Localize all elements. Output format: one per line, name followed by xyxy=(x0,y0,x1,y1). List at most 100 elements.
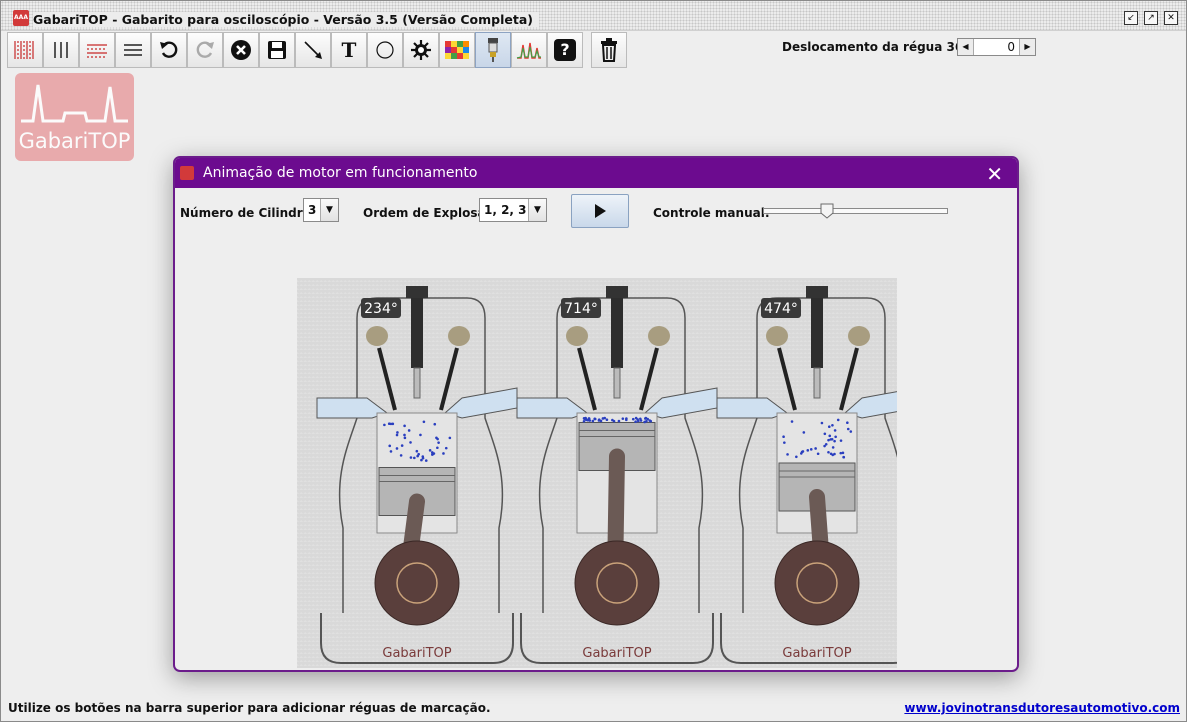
redo-button[interactable] xyxy=(187,32,223,68)
cancel-button[interactable] xyxy=(223,32,259,68)
fuel-particle xyxy=(436,446,439,450)
fuel-particle xyxy=(800,450,804,454)
fuel-particle xyxy=(409,441,412,444)
fuel-particle xyxy=(419,433,422,437)
ignition-coil xyxy=(811,298,823,368)
circle-icon xyxy=(376,41,394,59)
intake-valve xyxy=(577,347,597,411)
help-button[interactable]: ? xyxy=(547,32,583,68)
play-button[interactable] xyxy=(571,194,629,228)
brand-label: GabariTOP xyxy=(382,646,451,661)
cylinders-select[interactable]: 3 ▼ xyxy=(303,198,339,222)
dialog-close-icon[interactable]: ✕ xyxy=(986,162,1003,186)
fuel-particle xyxy=(839,439,843,442)
fuel-particle xyxy=(448,436,452,440)
waveform-button[interactable] xyxy=(511,32,547,68)
fuel-particle xyxy=(413,456,416,460)
fuel-particle xyxy=(422,420,426,424)
vertical-rulers-red-icon xyxy=(14,41,34,59)
fuel-particle xyxy=(388,444,392,448)
ruler-offset-value[interactable]: 0 xyxy=(974,39,1019,55)
ruler-offset-label: Deslocamento da régua 360°: xyxy=(782,40,983,54)
fuel-particle xyxy=(588,419,592,422)
chevron-down-icon[interactable]: ▼ xyxy=(320,199,338,221)
brand-label: GabariTOP xyxy=(582,646,651,661)
maximize-button[interactable]: ↗ xyxy=(1144,11,1158,25)
save-icon xyxy=(268,41,286,59)
fuel-particle xyxy=(400,444,404,447)
fuel-particle xyxy=(582,419,586,423)
add-vertical-rulers-red-button[interactable] xyxy=(7,32,43,68)
website-link[interactable]: www.jovinotransdutoresautomotivo.com xyxy=(904,701,1180,715)
undo-button[interactable] xyxy=(151,32,187,68)
dialog-title: Animação de motor em funcionamento xyxy=(203,165,478,181)
fuel-particle xyxy=(395,447,399,450)
add-vertical-rulers-button[interactable] xyxy=(43,32,79,68)
settings-gear-icon xyxy=(411,40,431,60)
cylinders-label: Número de Cilindros: xyxy=(180,206,323,220)
fuel-particle xyxy=(828,434,832,438)
save-button[interactable] xyxy=(259,32,295,68)
text-icon: T xyxy=(341,38,357,62)
fuel-particle xyxy=(383,423,386,427)
fuel-particle xyxy=(790,420,794,423)
color-palette-button[interactable] xyxy=(439,32,475,68)
fuel-particle xyxy=(444,446,448,450)
engine-animation-button[interactable] xyxy=(475,32,511,68)
fuel-particle xyxy=(645,419,648,423)
engine-animation-view: 234° GabariTOP 714° GabariTOP 474° GabariTOP xyxy=(297,278,918,668)
fuel-particle xyxy=(648,419,652,422)
draw-circle-button[interactable] xyxy=(367,32,403,68)
fuel-particle xyxy=(846,427,850,431)
fuel-particle xyxy=(831,423,834,427)
exhaust-valve xyxy=(839,347,859,411)
spark-plug-icon xyxy=(488,38,498,62)
add-text-button[interactable]: T xyxy=(331,32,367,68)
manual-control-slider[interactable] xyxy=(763,203,948,219)
fuel-particle xyxy=(583,417,586,421)
add-horizontal-rulers-button[interactable] xyxy=(115,32,151,68)
fuel-particle xyxy=(591,419,595,423)
angle-label: 714° xyxy=(564,301,598,317)
fuel-particle xyxy=(806,449,810,452)
fuel-particle xyxy=(597,419,601,422)
slider-thumb[interactable] xyxy=(820,203,834,219)
angle-label: 474° xyxy=(764,301,798,317)
spinner-increment-button[interactable]: ▶ xyxy=(1019,39,1035,55)
fuel-particle xyxy=(839,451,843,455)
fuel-particle xyxy=(621,417,625,420)
trash-icon xyxy=(601,38,617,62)
delete-button[interactable] xyxy=(591,32,627,68)
spinner-decrement-button[interactable]: ◀ xyxy=(958,39,974,55)
settings-button[interactable] xyxy=(403,32,439,68)
vertical-rulers-icon xyxy=(54,42,68,58)
fuel-particle xyxy=(836,418,840,422)
fuel-particle xyxy=(783,441,786,444)
fuel-particle xyxy=(786,453,789,456)
add-horizontal-rulers-red-button[interactable] xyxy=(79,32,115,68)
minimize-button[interactable]: ↙ xyxy=(1124,11,1138,25)
waveform-icon xyxy=(516,42,541,59)
firing-order-select[interactable]: 1, 2, 3 ▼ xyxy=(479,198,547,222)
fuel-particle xyxy=(436,437,439,441)
chevron-down-icon[interactable]: ▼ xyxy=(528,199,546,221)
spark-plug-body xyxy=(413,367,421,399)
intake-cam xyxy=(566,326,588,346)
toolbar-separator xyxy=(583,32,591,68)
fuel-particle xyxy=(823,432,827,436)
cylinders-value: 3 xyxy=(308,203,317,217)
angle-label: 234° xyxy=(364,301,398,317)
fuel-particle xyxy=(631,417,635,421)
coil-top xyxy=(806,286,828,298)
app-icon: AAA xyxy=(13,10,29,26)
fuel-particle xyxy=(809,448,813,451)
ruler-offset-spinner[interactable]: ◀ 0 ▶ xyxy=(957,38,1036,56)
dialog-app-icon xyxy=(180,166,194,180)
fuel-particle xyxy=(593,417,597,421)
intake-valve xyxy=(377,347,397,411)
fuel-particle xyxy=(399,454,403,457)
draw-arrow-button[interactable] xyxy=(295,32,331,68)
fuel-particle xyxy=(833,429,837,432)
engine-animation-dialog: Animação de motor em funcionamento ✕ Núm… xyxy=(173,156,1019,672)
close-window-button[interactable]: ✕ xyxy=(1164,11,1178,25)
